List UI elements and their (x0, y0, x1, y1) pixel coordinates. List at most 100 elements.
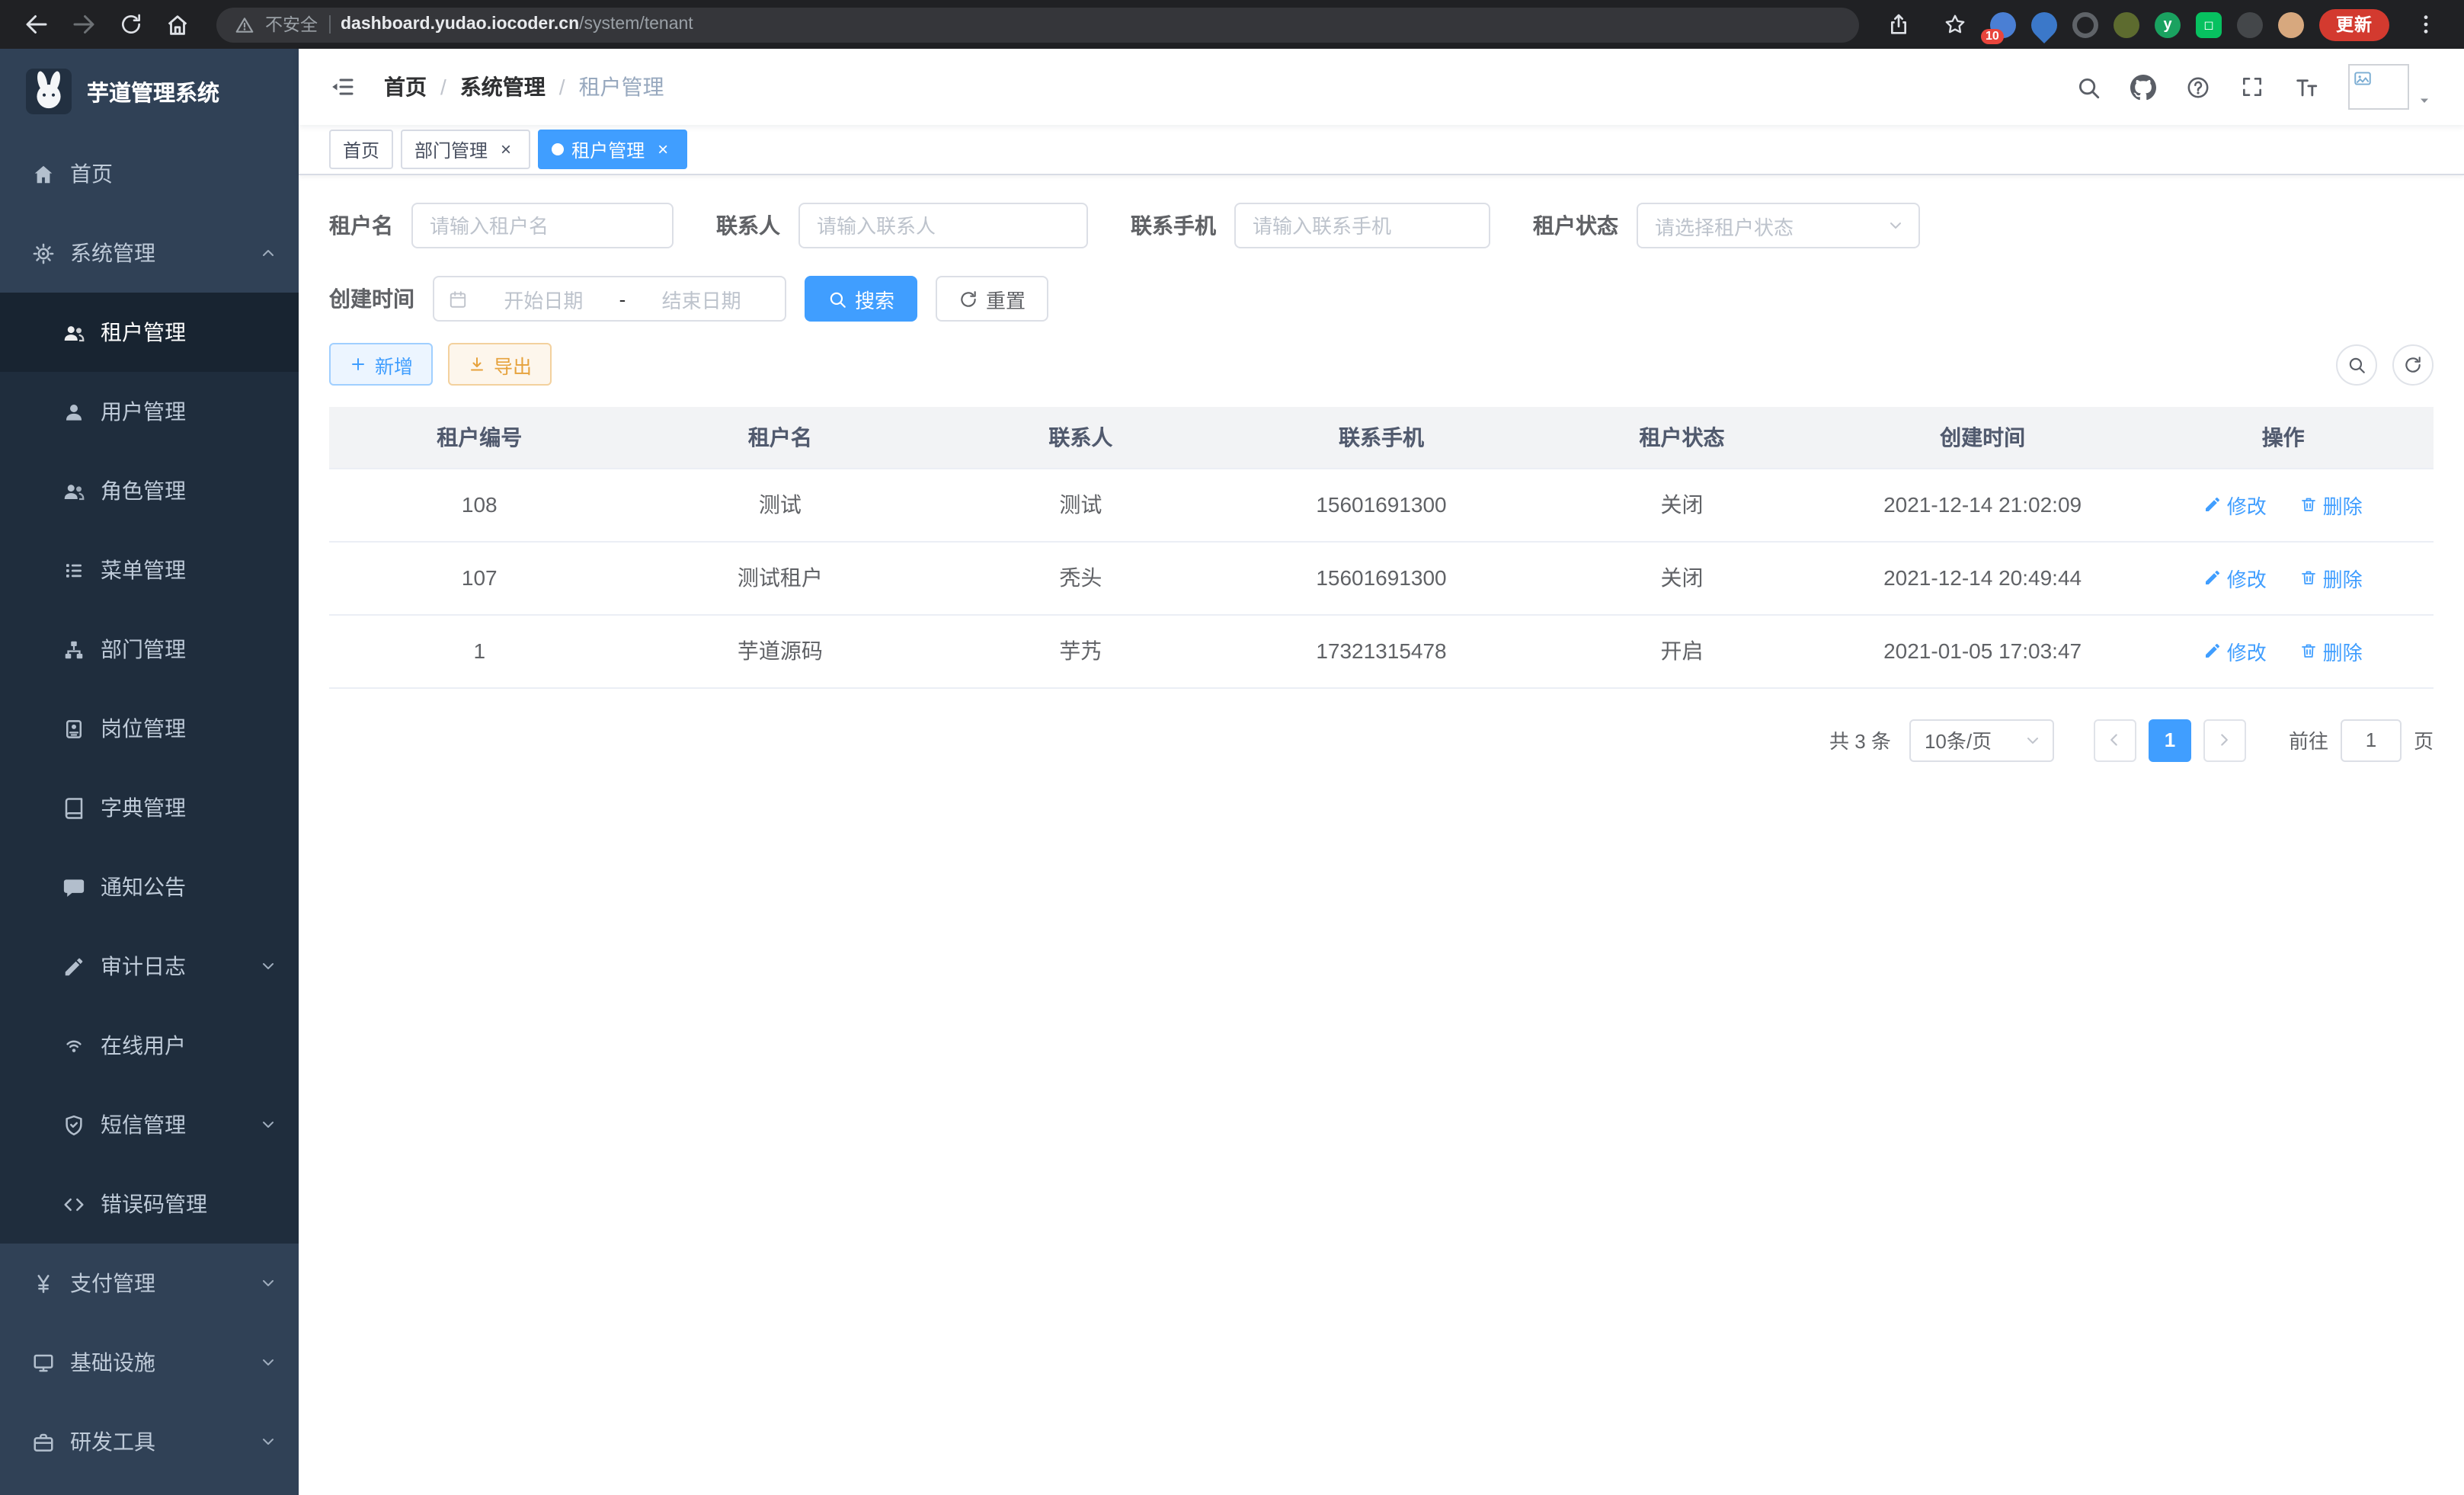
tenant-page-content: 租户名 联系人 联系手机 租户状态 请选择租户状态 (299, 175, 2464, 1495)
profile-avatar-icon[interactable] (2278, 11, 2304, 37)
github-link-button[interactable] (2130, 74, 2156, 100)
sidebar-item-dept-management[interactable]: 部门管理 (0, 610, 299, 689)
main-column: 首页 / 系统管理 / 租户管理 (299, 49, 2464, 1495)
refresh-table-button[interactable] (2392, 344, 2434, 385)
tab-close-icon[interactable]: × (495, 139, 517, 160)
badge-icon (62, 717, 85, 740)
sidebar-item-dev-tools[interactable]: 研发工具 (0, 1402, 299, 1481)
tab-home[interactable]: 首页 (329, 130, 393, 169)
briefcase-icon (32, 1430, 55, 1453)
extension-icon-4[interactable] (2114, 11, 2139, 37)
user-icon (62, 400, 85, 423)
address-bar[interactable]: 不安全 dashboard.yudao.iocoder.cn/system/te… (216, 7, 1859, 42)
sidebar-item-audit-log[interactable]: 审计日志 (0, 927, 299, 1006)
cell-status: 关闭 (1531, 468, 1832, 541)
tags-view-bar: 首页 部门管理 × 租户管理 × (299, 125, 2464, 175)
contact-input[interactable] (798, 203, 1088, 248)
browser-reload-button[interactable] (110, 4, 151, 45)
app-logo[interactable]: 芋道管理系统 (0, 49, 299, 134)
tenant-name-input[interactable] (411, 203, 674, 248)
page-size-select[interactable]: 10条/页 (1909, 719, 2054, 761)
browser-update-button[interactable]: 更新 (2319, 8, 2389, 40)
extension-icon-3[interactable] (2072, 11, 2098, 37)
search-button[interactable]: 搜索 (805, 276, 917, 322)
status-select[interactable]: 请选择租户状态 (1637, 203, 1920, 248)
bookmark-button[interactable] (1934, 4, 1975, 45)
sidebar-item-sms-management[interactable]: 短信管理 (0, 1085, 299, 1164)
delete-button[interactable]: 删除 (2300, 636, 2363, 665)
sidebar-item-infrastructure[interactable]: 基础设施 (0, 1323, 299, 1402)
chevron-down-icon (259, 1433, 277, 1451)
toggle-search-button[interactable] (2336, 344, 2377, 385)
reset-button-label: 重置 (986, 284, 1026, 313)
omnibox-divider (328, 15, 330, 34)
signal-icon (62, 1034, 85, 1057)
comment-icon (62, 876, 85, 898)
browser-home-button[interactable] (157, 4, 198, 45)
share-button[interactable] (1877, 4, 1918, 45)
edit-button[interactable]: 修改 (2204, 563, 2267, 592)
sidebar-item-menu-management[interactable]: 菜单管理 (0, 530, 299, 610)
goto-suffix: 页 (2414, 725, 2434, 754)
tab-dept-management[interactable]: 部门管理 × (401, 130, 530, 169)
add-button[interactable]: 新增 (329, 343, 433, 386)
sidebar-item-notice[interactable]: 通知公告 (0, 847, 299, 927)
user-avatar-menu[interactable] (2348, 64, 2434, 110)
filter-phone: 联系手机 (1131, 203, 1490, 248)
browser-back-button[interactable] (15, 4, 56, 45)
create-time-range-picker[interactable]: 开始日期 - 结束日期 (433, 276, 786, 322)
url-path: /system/tenant (579, 15, 693, 34)
fullscreen-button[interactable] (2240, 75, 2264, 99)
chevron-down-icon (259, 1353, 277, 1372)
prev-page-button[interactable] (2094, 719, 2136, 761)
reload-icon (118, 12, 142, 37)
tab-tenant-management[interactable]: 租户管理 × (538, 130, 687, 169)
next-page-button[interactable] (2203, 719, 2246, 761)
font-size-button[interactable] (2293, 74, 2319, 100)
table-row: 107 测试租户 秃头 15601691300 关闭 2021-12-14 20… (329, 541, 2434, 614)
help-button[interactable] (2185, 74, 2211, 100)
sidebar-item-dict-management[interactable]: 字典管理 (0, 768, 299, 847)
url-domain: dashboard.yudao.iocoder.cn (341, 15, 579, 34)
extension-icon-7[interactable] (2237, 11, 2263, 37)
breadcrumb-home[interactable]: 首页 (384, 72, 427, 102)
phone-input[interactable] (1234, 203, 1490, 248)
delete-button[interactable]: 删除 (2300, 490, 2363, 519)
sidebar-item-label: 岗位管理 (101, 713, 186, 744)
sidebar-item-error-code-management[interactable]: 错误码管理 (0, 1164, 299, 1244)
sidebar-item-online-users[interactable]: 在线用户 (0, 1006, 299, 1085)
export-button[interactable]: 导出 (448, 343, 552, 386)
sidebar-item-label: 用户管理 (101, 396, 186, 427)
sidebar-item-user-management[interactable]: 用户管理 (0, 372, 299, 451)
extension-icon-2[interactable] (2026, 6, 2062, 43)
reset-button[interactable]: 重置 (936, 276, 1048, 322)
sidebar-collapse-button[interactable] (329, 73, 357, 101)
page-number-1[interactable]: 1 (2149, 719, 2191, 761)
sidebar-item-system-management[interactable]: 系统管理 (0, 213, 299, 293)
table-header-row: 租户编号 租户名 联系人 联系手机 租户状态 创建时间 操作 (329, 407, 2434, 468)
chevron-left-icon (2105, 730, 2125, 750)
sidebar-item-payment-management[interactable]: 支付管理 (0, 1244, 299, 1323)
col-tenant-name: 租户名 (630, 407, 931, 468)
extension-icon-6[interactable]: ◻ (2196, 11, 2222, 37)
browser-menu-button[interactable] (2405, 4, 2446, 45)
delete-button[interactable]: 删除 (2300, 563, 2363, 592)
caret-down-icon (2415, 91, 2434, 110)
cell-tenant-name: 测试租户 (630, 541, 931, 614)
sidebar-item-role-management[interactable]: 角色管理 (0, 451, 299, 530)
fold-menu-icon (329, 73, 357, 101)
header-search-button[interactable] (2075, 74, 2101, 100)
edit-button[interactable]: 修改 (2204, 490, 2267, 519)
goto-page-input[interactable] (2341, 719, 2402, 761)
cell-phone: 15601691300 (1231, 468, 1532, 541)
extension-icon-5[interactable]: y (2155, 11, 2181, 37)
sidebar-item-home[interactable]: 首页 (0, 134, 299, 213)
edit-button[interactable]: 修改 (2204, 636, 2267, 665)
sidebar-item-tenant-management[interactable]: 租户管理 (0, 293, 299, 372)
browser-forward-button[interactable] (62, 4, 104, 45)
sidebar-item-post-management[interactable]: 岗位管理 (0, 689, 299, 768)
tab-close-icon[interactable]: × (652, 139, 674, 160)
kebab-menu-icon (2413, 12, 2437, 37)
extension-icon-1[interactable]: 10 (1990, 11, 2016, 37)
breadcrumb-system[interactable]: 系统管理 (460, 72, 546, 102)
